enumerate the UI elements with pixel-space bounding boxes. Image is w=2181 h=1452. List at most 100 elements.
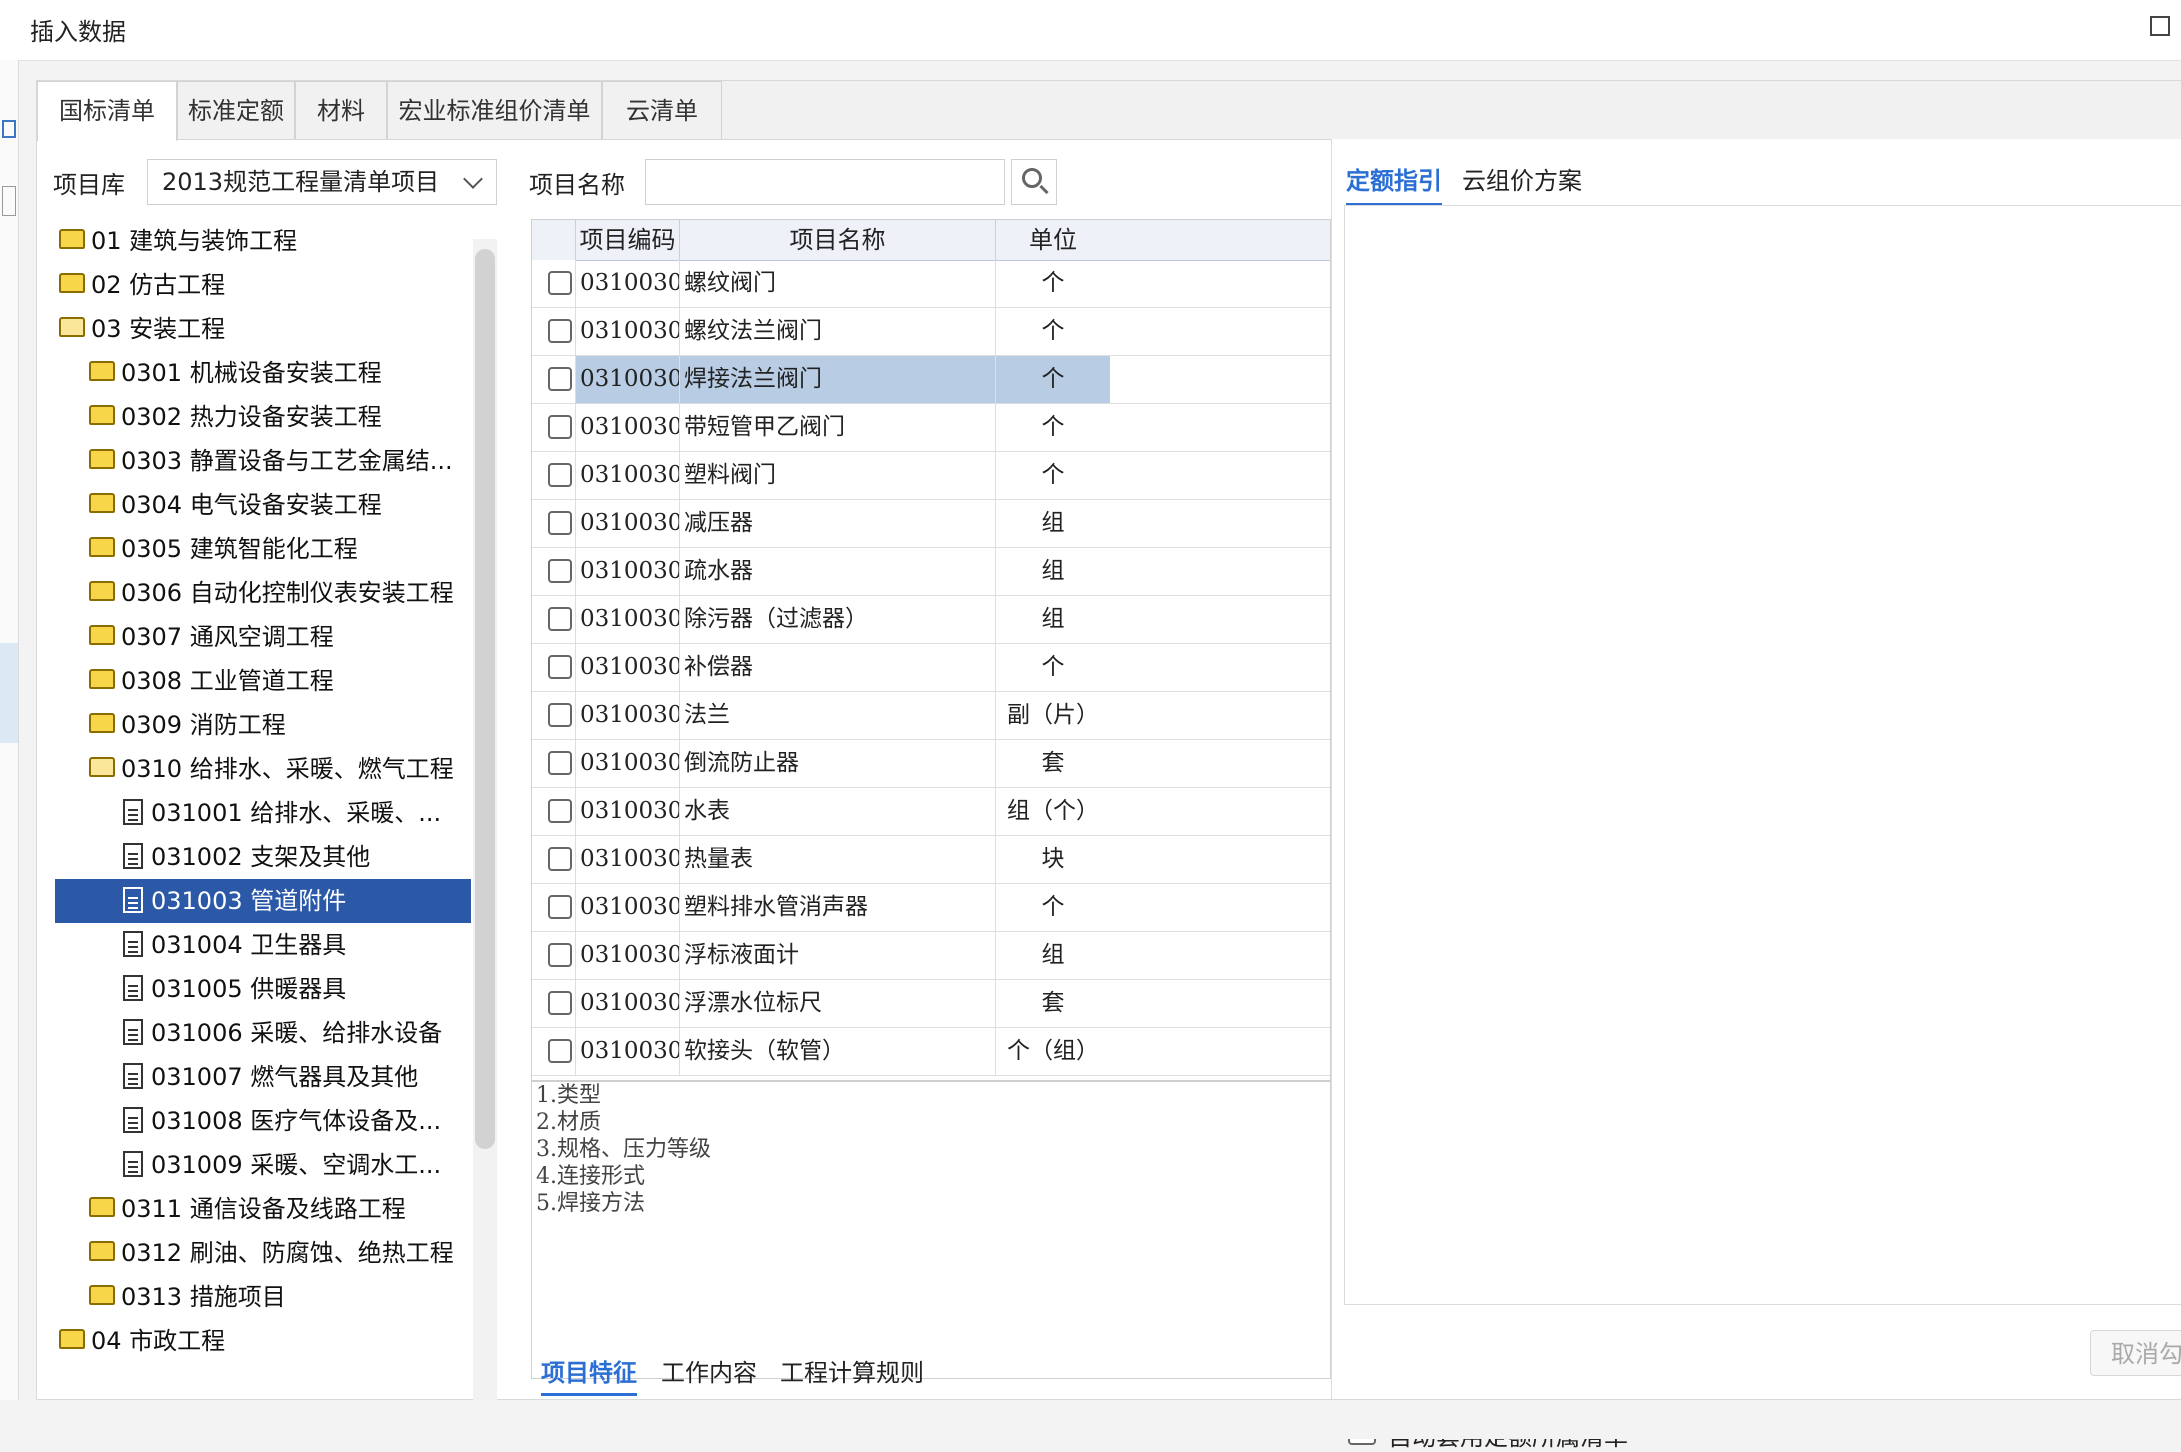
row-checkbox[interactable] xyxy=(548,703,572,727)
tree-node[interactable]: 031005 供暖器具 xyxy=(55,967,510,1011)
tree-node[interactable]: 0313 措施项目 xyxy=(55,1275,510,1319)
table-row[interactable]: 031003009补偿器 个 xyxy=(532,644,1330,692)
row-checkbox[interactable] xyxy=(548,991,572,1015)
table-row[interactable]: 031003005塑料阀门 个 xyxy=(532,452,1330,500)
row-checkbox[interactable] xyxy=(548,847,572,871)
tree-node[interactable]: 0312 刷油、防腐蚀、绝热工程 xyxy=(55,1231,510,1275)
row-checkbox[interactable] xyxy=(548,319,572,343)
folder-icon xyxy=(59,1329,85,1349)
table-row[interactable]: 031003015塑料排水管消声器 个 xyxy=(532,884,1330,932)
tab-project-features[interactable]: 项目特征 xyxy=(541,1353,637,1396)
tree-node[interactable]: 01 建筑与装饰工程 xyxy=(55,219,510,263)
table-row[interactable]: 031003014热量表 块 xyxy=(532,836,1330,884)
row-checkbox[interactable] xyxy=(548,943,572,967)
tree-node[interactable]: 031004 卫生器具 xyxy=(55,923,510,967)
document-icon[interactable] xyxy=(2,120,16,138)
row-checkbox-cell xyxy=(532,548,576,595)
table-row[interactable]: 031003002螺纹法兰阀门 个 xyxy=(532,308,1330,356)
table-row[interactable]: 031003010软接头（软管） 个（组） xyxy=(532,1028,1330,1076)
table-row[interactable]: 031003013水表组（个） xyxy=(532,788,1330,836)
tree-node-label: 0311 通信设备及线路工程 xyxy=(121,1195,406,1223)
tree-node[interactable]: 0301 机械设备安装工程 xyxy=(55,351,510,395)
folder-icon xyxy=(89,581,115,601)
tab-quota-guide[interactable]: 定额指引 xyxy=(1346,159,1442,206)
tab-materials[interactable]: 材料 xyxy=(295,81,387,139)
tree-node-label: 0303 静置设备与工艺金属结... xyxy=(121,447,453,475)
table-row[interactable]: 031003007疏水器 组 xyxy=(532,548,1330,596)
tab-standard-quota[interactable]: 标准定额 xyxy=(177,81,295,139)
tab-hongye-pricing[interactable]: 宏业标准组价清单 xyxy=(387,81,602,139)
row-checkbox[interactable] xyxy=(548,1039,572,1063)
row-checkbox[interactable] xyxy=(548,559,572,583)
cell-code: 031003002 xyxy=(576,308,680,355)
tree-node[interactable]: 03 安装工程 xyxy=(55,307,510,351)
table-row[interactable]: 031003017浮漂水位标尺 套 xyxy=(532,980,1330,1028)
table-row[interactable]: 031003016浮标液面计 组 xyxy=(532,932,1330,980)
tab-work-content[interactable]: 工作内容 xyxy=(661,1353,757,1393)
cell-name: 浮标液面计 xyxy=(680,932,996,979)
tree-node[interactable]: 031009 采暖、空调水工... xyxy=(55,1143,510,1187)
row-checkbox[interactable] xyxy=(548,895,572,919)
tree-node[interactable]: 031007 燃气器具及其他 xyxy=(55,1055,510,1099)
tree-scrollbar[interactable] xyxy=(473,239,497,1419)
tree-node[interactable]: 031006 采暖、给排水设备 xyxy=(55,1011,510,1055)
tree-node[interactable]: 0309 消防工程 xyxy=(55,703,510,747)
table-row[interactable]: 031003003焊接法兰阀门个 xyxy=(532,356,1330,404)
feature-line: 5.焊接方法 xyxy=(536,1191,645,1216)
header-name[interactable]: 项目名称 xyxy=(680,220,996,260)
row-checkbox[interactable] xyxy=(548,607,572,631)
tab-cloud-list[interactable]: 云清单 xyxy=(602,81,722,139)
tree-node[interactable]: 031008 医疗气体设备及... xyxy=(55,1099,510,1143)
tree-node[interactable]: 04 市政工程 xyxy=(55,1319,510,1363)
tree-node[interactable]: 031002 支架及其他 xyxy=(55,835,510,879)
table-row[interactable]: 031003004带短管甲乙阀门 个 xyxy=(532,404,1330,452)
header-code[interactable]: 项目编码 xyxy=(576,220,680,260)
tree-node-label: 0306 自动化控制仪表安装工程 xyxy=(121,579,454,607)
tree-node[interactable]: 0303 静置设备与工艺金属结... xyxy=(55,439,510,483)
table-row[interactable]: 031003011法兰副（片） xyxy=(532,692,1330,740)
side-panel-icon[interactable] xyxy=(2,186,16,216)
tree-node[interactable]: 0307 通风空调工程 xyxy=(55,615,510,659)
tree-node[interactable]: 0305 建筑智能化工程 xyxy=(55,527,510,571)
row-checkbox[interactable] xyxy=(548,271,572,295)
library-select[interactable]: 2013规范工程量清单项目 xyxy=(147,159,497,205)
search-input[interactable] xyxy=(645,159,1005,205)
tree-node[interactable]: 0304 电气设备安装工程 xyxy=(55,483,510,527)
tab-guobiao[interactable]: 国标清单 xyxy=(37,81,177,141)
row-checkbox-cell xyxy=(532,836,576,883)
row-checkbox[interactable] xyxy=(548,415,572,439)
folder-icon xyxy=(59,273,85,293)
cell-code: 031003003 xyxy=(576,356,680,403)
tree-node[interactable]: 031001 给排水、采暖、... xyxy=(55,791,510,835)
table-row[interactable]: 031003008除污器（过滤器） 组 xyxy=(532,596,1330,644)
row-checkbox[interactable] xyxy=(548,367,572,391)
tree-node[interactable]: 0306 自动化控制仪表安装工程 xyxy=(55,571,510,615)
tree-node[interactable]: 0311 通信设备及线路工程 xyxy=(55,1187,510,1231)
table-row[interactable]: 031003006减压器 组 xyxy=(532,500,1330,548)
document-icon xyxy=(123,975,143,1001)
tree-node[interactable]: 0302 热力设备安装工程 xyxy=(55,395,510,439)
row-checkbox[interactable] xyxy=(548,799,572,823)
row-checkbox[interactable] xyxy=(548,511,572,535)
maximize-icon[interactable] xyxy=(2150,16,2170,36)
cell-name: 塑料阀门 xyxy=(680,452,996,499)
header-unit[interactable]: 单位 xyxy=(996,220,1110,260)
tree-node[interactable]: 031003 管道附件 xyxy=(55,879,471,923)
tree-node[interactable]: 0308 工业管道工程 xyxy=(55,659,510,703)
document-icon xyxy=(123,799,143,825)
tree-node-label: 0304 电气设备安装工程 xyxy=(121,491,382,519)
tree-node-label: 031002 支架及其他 xyxy=(151,843,371,871)
tab-calc-rules[interactable]: 工程计算规则 xyxy=(777,1353,927,1393)
row-checkbox[interactable] xyxy=(548,463,572,487)
tree-scrollbar-thumb[interactable] xyxy=(475,249,495,1149)
row-checkbox[interactable] xyxy=(548,655,572,679)
row-checkbox[interactable] xyxy=(548,751,572,775)
cancel-check-button[interactable]: 取消勾 xyxy=(2090,1330,2181,1376)
table-row[interactable]: 031003012倒流防止器 套 xyxy=(532,740,1330,788)
tab-cloud-pricing[interactable]: 云组价方案 xyxy=(1462,159,1582,203)
tree-node[interactable]: 0310 给排水、采暖、燃气工程 xyxy=(55,747,510,791)
folder-icon xyxy=(89,361,115,381)
table-row[interactable]: 031003001螺纹阀门 个 xyxy=(532,260,1330,308)
tree-node[interactable]: 02 仿古工程 xyxy=(55,263,510,307)
search-button[interactable] xyxy=(1011,159,1057,205)
